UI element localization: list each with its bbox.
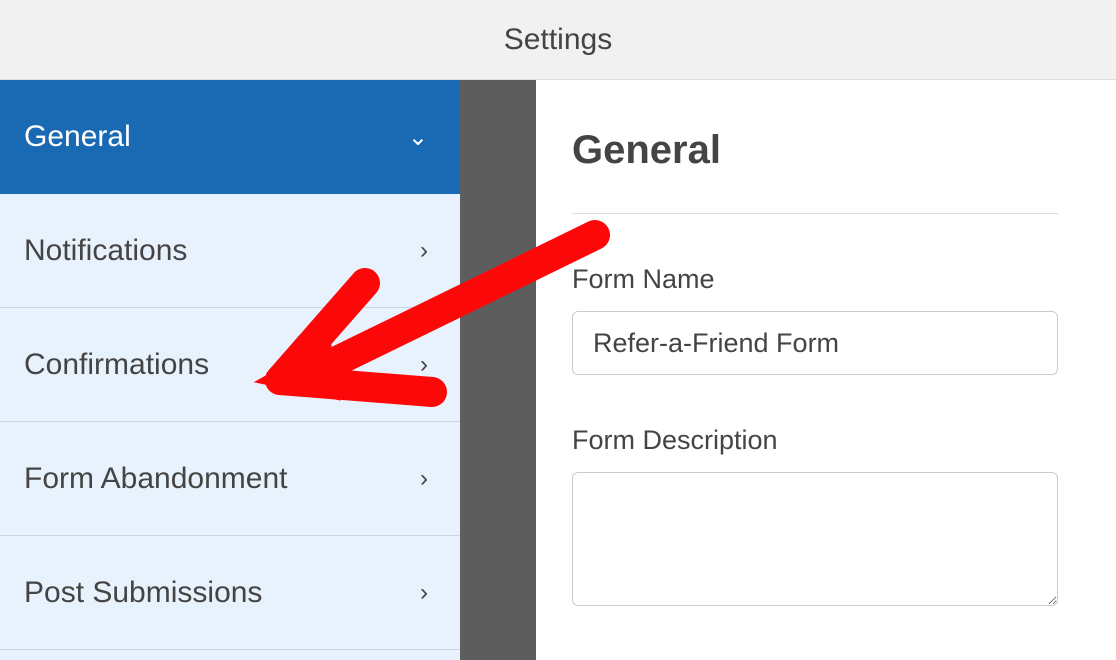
form-description-field: Form Description — [572, 425, 1058, 611]
sidebar-item-label: Confirmations — [24, 348, 209, 382]
sidebar-item-post-submissions[interactable]: Post Submissions › — [0, 536, 460, 650]
form-name-input[interactable] — [572, 311, 1058, 375]
chevron-right-icon: › — [420, 351, 428, 379]
settings-panel: General Form Name Form Description — [536, 80, 1116, 660]
chevron-down-icon: ⌄ — [408, 123, 428, 152]
sidebar-item-label: Notifications — [24, 234, 187, 268]
sidebar-item-confirmations[interactable]: Confirmations › — [0, 308, 460, 422]
form-name-label: Form Name — [572, 264, 1058, 295]
chevron-right-icon: › — [420, 465, 428, 493]
chevron-right-icon: › — [420, 579, 428, 607]
sidebar-item-label: Post Submissions — [24, 576, 262, 610]
sidebar-item-notifications[interactable]: Notifications › — [0, 194, 460, 308]
page-title: Settings — [504, 23, 612, 57]
form-name-field: Form Name — [572, 264, 1058, 375]
sidebar-item-label: Form Abandonment — [24, 462, 287, 496]
settings-sidebar: General ⌄ Notifications › Confirmations … — [0, 80, 460, 660]
sidebar-item-form-abandonment[interactable]: Form Abandonment › — [0, 422, 460, 536]
panel-gap — [460, 80, 536, 660]
header-bar: Settings — [0, 0, 1116, 80]
chevron-right-icon: › — [420, 237, 428, 265]
sidebar-item-general[interactable]: General ⌄ — [0, 80, 460, 194]
form-description-textarea[interactable] — [572, 472, 1058, 606]
form-description-label: Form Description — [572, 425, 1058, 456]
panel-heading: General — [572, 128, 1058, 214]
main-area: General ⌄ Notifications › Confirmations … — [0, 80, 1116, 660]
sidebar-item-label: General — [24, 120, 131, 154]
